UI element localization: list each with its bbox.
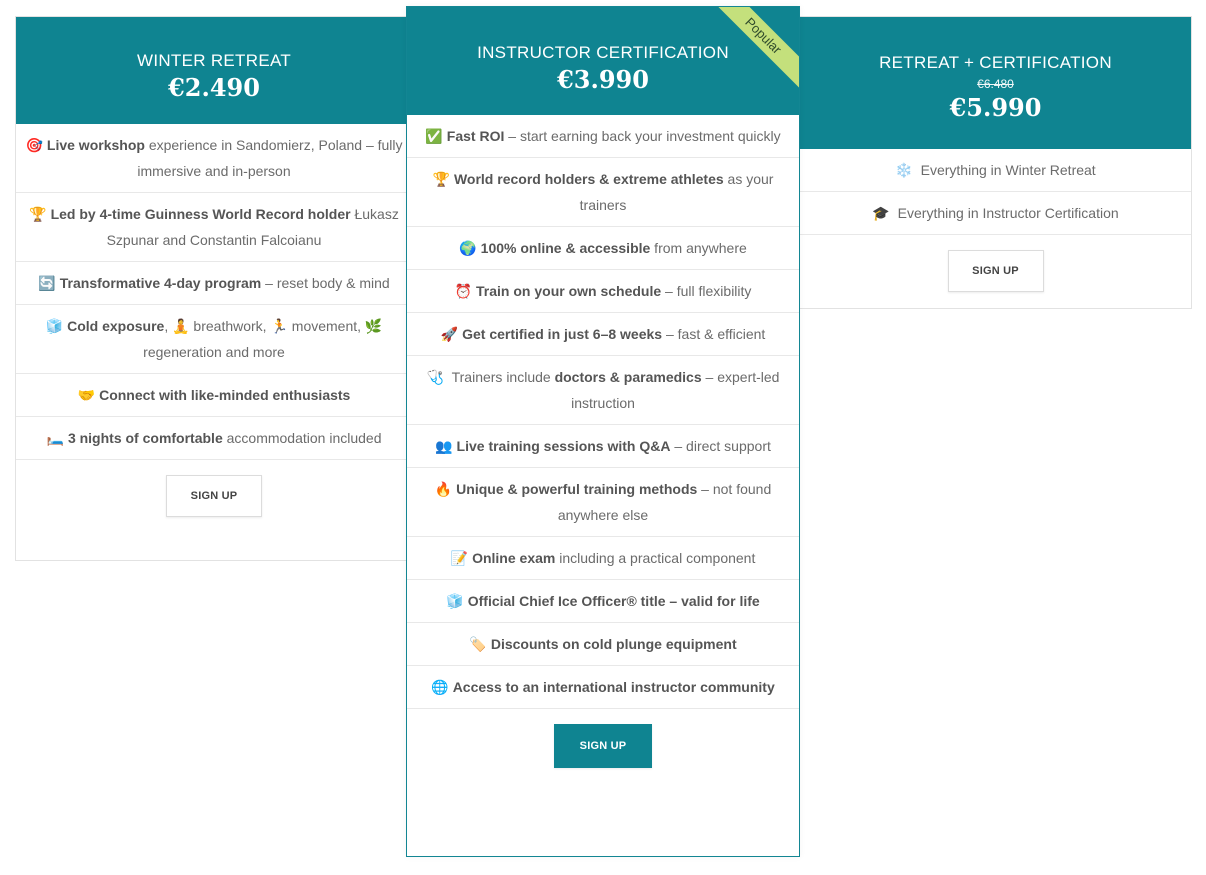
plan-price: €3.990 <box>557 65 649 94</box>
feature-list: ❄️ Everything in Winter Retreat 🎓 Everyth… <box>800 149 1191 235</box>
feature-emoji-icon: 🏆 <box>29 206 47 222</box>
feature-highlight: Discounts on cold plunge equipment <box>490 636 737 652</box>
feature-emoji-icon: 🩺 <box>426 369 444 385</box>
feature-text: – fast & efficient <box>662 326 766 342</box>
sign-up-button[interactable]: SIGN UP <box>554 724 652 768</box>
feature-highlight: Led by 4-time Guinness World Record hold… <box>50 206 351 222</box>
feature-emoji-icon: ⏰ <box>454 283 473 299</box>
card-header: WINTER RETREAT €2.490 <box>16 17 412 124</box>
feature-highlight: Unique & powerful training methods <box>456 481 698 497</box>
feature-text: Trainers include <box>447 369 555 385</box>
feature-item: ✅ Fast ROI – start earning back your inve… <box>407 115 799 158</box>
plan-title: WINTER RETREAT <box>136 51 292 70</box>
plan-price: €2.490 <box>168 73 260 102</box>
sign-up-button[interactable]: SIGN UP <box>947 250 1044 292</box>
feature-emoji-icon: 🤝 <box>77 387 96 403</box>
feature-emoji-icon: 🛏️ <box>46 430 64 446</box>
feature-item: 🚀 Get certified in just 6–8 weeks – fast … <box>407 313 799 356</box>
feature-item: 📝 Online exam including a practical compo… <box>407 537 799 580</box>
feature-item: 🩺 Trainers include doctors & paramedics … <box>407 356 799 425</box>
feature-list: 🎯 Live workshop experience in Sandomierz,… <box>16 124 412 460</box>
feature-text: – full flexibility <box>661 283 752 299</box>
feature-emoji-icon: ✅ <box>425 128 443 144</box>
feature-item: 🌐 Access to an international instructor c… <box>407 666 799 709</box>
feature-text: – reset body & mind <box>261 275 390 291</box>
feature-emoji-icon: 👥 <box>435 438 453 454</box>
original-price: €6.480 <box>977 77 1014 91</box>
feature-highlight: 100% online & accessible <box>480 240 651 256</box>
feature-highlight: Access to an international instructor co… <box>452 679 775 695</box>
feature-text: experience in Sandomierz, Poland – fully… <box>137 137 403 179</box>
feature-item: 🎯 Live workshop experience in Sandomierz,… <box>16 124 412 193</box>
plan-title: INSTRUCTOR CERTIFICATION <box>477 43 729 62</box>
plan-price: €5.990 <box>949 93 1042 122</box>
feature-highlight: Online exam <box>472 550 556 566</box>
feature-item: 🏆 World record holders & extreme athletes… <box>407 158 799 227</box>
feature-emoji-icon: 🎯 <box>25 137 43 153</box>
feature-emoji-icon: 🏷️ <box>469 636 487 652</box>
feature-highlight: Official Chief Ice Officer® title – vali… <box>467 593 760 609</box>
feature-item: 🔥 Unique & powerful training methods – no… <box>407 468 799 537</box>
feature-emoji-icon: 🚀 <box>440 326 459 342</box>
feature-item: 🌍 100% online & accessible from anywhere <box>407 227 799 270</box>
feature-item: 🧊 Cold exposure, 🧘 breathwork, 🏃 movement… <box>16 305 412 374</box>
feature-text: Everything in Winter Retreat <box>916 162 1096 178</box>
feature-text: accommodation included <box>222 430 382 446</box>
feature-emoji-icon: 🧊 <box>45 318 64 334</box>
feature-item: 🔄 Transformative 4-day program – reset bo… <box>16 262 412 305</box>
feature-item: 🏆 Led by 4-time Guinness World Record hol… <box>16 193 412 262</box>
feature-text: – direct support <box>670 438 771 454</box>
feature-emoji-icon: 🧊 <box>446 593 464 609</box>
card-header: RETREAT + CERTIFICATION €6.480 €5.990 <box>800 17 1191 149</box>
feature-highlight: Live training sessions with Q&A <box>456 438 671 454</box>
feature-item: 🎓 Everything in Instructor Certification <box>800 192 1191 235</box>
feature-emoji-icon: 🏆 <box>432 171 450 187</box>
feature-highlight: Connect with like-minded enthusiasts <box>99 387 351 403</box>
feature-highlight: 3 nights of comfortable <box>67 430 223 446</box>
feature-highlight: World record holders & extreme athletes <box>453 171 724 187</box>
feature-list: ✅ Fast ROI – start earning back your inve… <box>407 115 799 709</box>
feature-highlight: Train on your own schedule <box>476 283 662 299</box>
feature-highlight: Live workshop <box>46 137 145 153</box>
feature-highlight: doctors & paramedics <box>554 369 702 385</box>
feature-highlight: Transformative 4-day program <box>59 275 262 291</box>
feature-item: ❄️ Everything in Winter Retreat <box>800 149 1191 192</box>
feature-item: 👥 Live training sessions with Q&A – direc… <box>407 425 799 468</box>
feature-highlight: Cold exposure <box>67 318 165 334</box>
pricing-card-instructor-certification: Popular INSTRUCTOR CERTIFICATION €3.990 … <box>406 6 800 857</box>
feature-emoji-icon: 🔄 <box>38 275 56 291</box>
feature-text: , 🧘 breathwork, 🏃 movement, 🌿 regenerati… <box>143 318 383 360</box>
pricing-card-retreat-certification: RETREAT + CERTIFICATION €6.480 €5.990 ❄️… <box>799 16 1192 309</box>
feature-text: – start earning back your investment qui… <box>504 128 781 144</box>
pricing-card-winter-retreat: WINTER RETREAT €2.490 🎯 Live workshop exp… <box>15 16 413 561</box>
feature-text: including a practical component <box>555 550 756 566</box>
feature-highlight: Get certified in just 6–8 weeks <box>462 326 663 342</box>
feature-emoji-icon: 🎓 <box>872 205 890 221</box>
feature-emoji-icon: 🌐 <box>431 679 449 695</box>
feature-highlight: Fast ROI <box>446 128 505 144</box>
feature-item: 🏷️ Discounts on cold plunge equipment <box>407 623 799 666</box>
feature-emoji-icon: ❄️ <box>895 162 913 178</box>
plan-title: RETREAT + CERTIFICATION <box>879 53 1112 72</box>
feature-item: 🤝 Connect with like-minded enthusiasts <box>16 374 412 417</box>
feature-emoji-icon: 📝 <box>450 550 469 566</box>
feature-item: ⏰ Train on your own schedule – full flexi… <box>407 270 799 313</box>
feature-item: 🛏️ 3 nights of comfortable accommodation … <box>16 417 412 460</box>
sign-up-button[interactable]: SIGN UP <box>166 475 262 517</box>
feature-emoji-icon: 🌍 <box>459 240 477 256</box>
feature-text: Everything in Instructor Certification <box>893 205 1119 221</box>
feature-emoji-icon: 🔥 <box>434 481 453 497</box>
feature-item: 🧊 Official Chief Ice Officer® title – val… <box>407 580 799 623</box>
feature-text: from anywhere <box>650 240 747 256</box>
